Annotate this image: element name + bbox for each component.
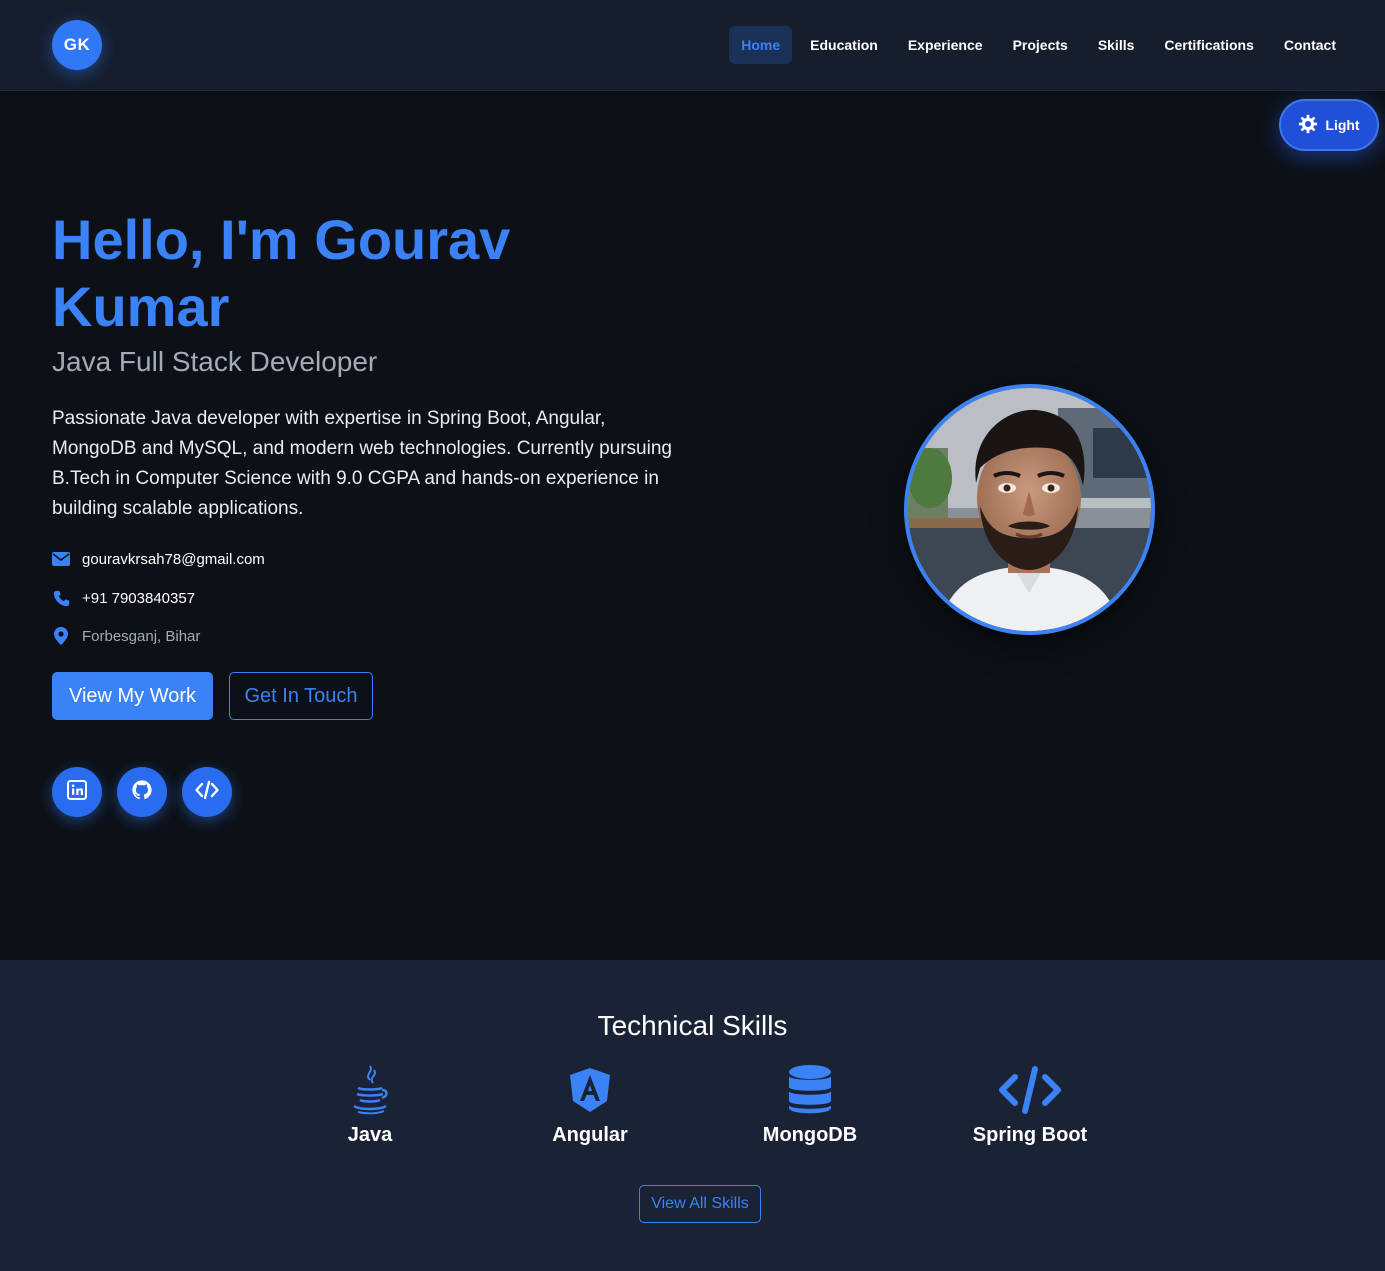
contact-email[interactable]: gouravkrsah78@gmail.com	[52, 547, 265, 571]
profile-photo	[904, 384, 1155, 635]
skills-section: Technical Skills Java Angular MongoDB Sp…	[0, 960, 1385, 1271]
hero-subtitle: Java Full Stack Developer	[52, 346, 378, 377]
hero-title: Hello, I'm Gourav Kumar	[52, 208, 511, 338]
skills-title: Technical Skills	[597, 1010, 788, 1041]
skill-spring-boot: Spring Boot	[930, 1060, 1130, 1147]
nav-item-projects[interactable]: Projects	[1001, 26, 1080, 64]
linkedin-icon	[67, 779, 87, 805]
theme-toggle-button[interactable]: Light	[1279, 99, 1379, 151]
phone-icon	[52, 589, 70, 607]
hero-description: Passionate Java developer with expertise…	[52, 408, 672, 519]
skill-mongodb: MongoDB	[710, 1060, 910, 1147]
nav-item-skills[interactable]: Skills	[1086, 26, 1147, 64]
angular-icon	[490, 1060, 690, 1120]
contact-email-text: gouravkrsah78@gmail.com	[82, 550, 265, 568]
contact-location-text: Forbesganj, Bihar	[82, 627, 201, 645]
theme-toggle-label: Light	[1325, 117, 1360, 133]
skill-label-java: Java	[347, 1124, 393, 1146]
nav-menu: Home Education Experience Projects Skill…	[723, 26, 1348, 64]
skill-label-spring-boot: Spring Boot	[972, 1124, 1088, 1146]
code-icon	[195, 780, 219, 805]
nav-item-home[interactable]: Home	[729, 26, 793, 64]
navbar: GK Home Education Experience Projects Sk…	[0, 0, 1385, 91]
logo[interactable]: GK	[52, 20, 102, 70]
skill-angular: Angular	[490, 1060, 690, 1147]
map-pin-icon	[52, 627, 70, 645]
github-button[interactable]	[117, 767, 167, 817]
view-all-skills-button[interactable]: View All Skills	[639, 1185, 761, 1223]
envelope-icon	[52, 550, 70, 568]
get-in-touch-button[interactable]: Get In Touch	[229, 672, 373, 720]
github-icon	[131, 779, 153, 806]
nav-item-certifications[interactable]: Certifications	[1152, 26, 1265, 64]
contact-location: Forbesganj, Bihar	[52, 624, 200, 648]
contact-phone[interactable]: +91 7903840357	[52, 586, 195, 610]
skill-label-mongodb: MongoDB	[762, 1124, 858, 1146]
skill-java: Java	[270, 1060, 470, 1147]
contact-phone-text: +91 7903840357	[82, 589, 196, 607]
nav-item-experience[interactable]: Experience	[896, 26, 995, 64]
database-icon	[710, 1060, 910, 1120]
skill-label-angular: Angular	[552, 1124, 628, 1146]
java-icon	[270, 1060, 470, 1120]
sun-icon	[1298, 114, 1318, 137]
code-icon	[930, 1060, 1130, 1120]
code-profile-button[interactable]	[182, 767, 232, 817]
nav-item-contact[interactable]: Contact	[1272, 26, 1348, 64]
linkedin-button[interactable]	[52, 767, 102, 817]
view-my-work-button[interactable]: View My Work	[52, 672, 213, 720]
nav-item-education[interactable]: Education	[798, 26, 890, 64]
